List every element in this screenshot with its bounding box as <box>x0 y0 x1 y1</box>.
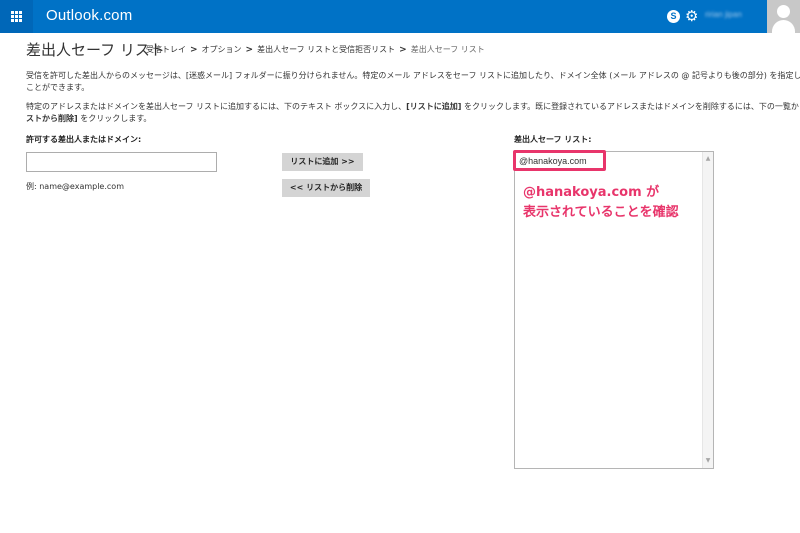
breadcrumb-separator: > <box>399 45 407 55</box>
breadcrumb-inbox[interactable]: 受信トレイ <box>146 45 186 54</box>
scrollbar[interactable]: ▲ ▼ <box>702 152 713 468</box>
scroll-down-icon[interactable]: ▼ <box>703 456 713 466</box>
avatar[interactable] <box>767 0 800 33</box>
breadcrumb-safe-and-blocked[interactable]: 差出人セーフ リストと受信拒否リスト <box>257 45 395 54</box>
skype-icon[interactable]: S <box>667 10 680 23</box>
breadcrumb-current: 差出人セーフ リスト <box>410 45 485 54</box>
description-1-line-1: 受信を許可した差出人からのメッセージは、[迷惑メール] フォルダーに振り分けられ… <box>26 71 800 80</box>
highlight-box <box>513 150 606 171</box>
breadcrumb-options[interactable]: オプション <box>202 45 242 54</box>
add-to-list-button[interactable]: リストに追加 >> <box>282 153 363 171</box>
scroll-up-icon[interactable]: ▲ <box>703 154 713 164</box>
description-text: 特定のアドレスまたはドメインを差出人セーフ リストに追加するには、下のテキスト … <box>26 102 407 111</box>
description-bold: [リストに追加] <box>406 102 462 111</box>
description-1-line-2: ことができます。 <box>26 83 90 92</box>
description-bold: ストから削除] <box>26 114 78 123</box>
breadcrumb-separator: > <box>190 45 198 55</box>
top-bar: Outlook.com S ⚙ ririan jipan <box>0 0 800 33</box>
description-text: をクリックします。既に登録されているアドレスまたはドメインを削除するには、下の一… <box>463 102 800 111</box>
sender-input[interactable] <box>26 152 217 172</box>
breadcrumb: 受信トレイ > オプション > 差出人セーフ リストと受信拒否リスト > 差出人セーフ リス… <box>146 44 485 55</box>
description-2-line-2: ストから削除] をクリックします。 <box>26 113 800 125</box>
annotation-line-1: @hanakoya.com が <box>523 185 660 200</box>
description-2-line-1: 特定のアドレスまたはドメインを差出人セーフ リストに追加するには、下のテキスト … <box>26 101 800 113</box>
annotation-note: @hanakoya.com が 表示されていることを確認 <box>523 183 679 223</box>
description-2: 特定のアドレスまたはドメインを差出人セーフ リストに追加するには、下のテキスト … <box>26 101 800 125</box>
annotation-line-2: 表示されていることを確認 <box>523 205 679 220</box>
user-name[interactable]: ririan jipan <box>705 10 742 19</box>
description-1: 受信を許可した差出人からのメッセージは、[迷惑メール] フォルダーに振り分けられ… <box>26 70 800 94</box>
page-title: 差出人セーフ リスト <box>26 41 165 59</box>
remove-from-list-button[interactable]: << リストから削除 <box>282 179 370 197</box>
app-launcher-icon[interactable] <box>0 0 33 33</box>
app-title[interactable]: Outlook.com <box>46 7 132 24</box>
safe-list-label: 差出人セーフ リスト: <box>514 135 592 144</box>
sender-input-label: 許可する差出人またはドメイン: <box>26 135 142 144</box>
input-example: 例: name@example.com <box>26 182 124 191</box>
breadcrumb-separator: > <box>245 45 254 55</box>
gear-icon[interactable]: ⚙ <box>685 7 698 25</box>
description-text: をクリックします。 <box>77 114 152 123</box>
